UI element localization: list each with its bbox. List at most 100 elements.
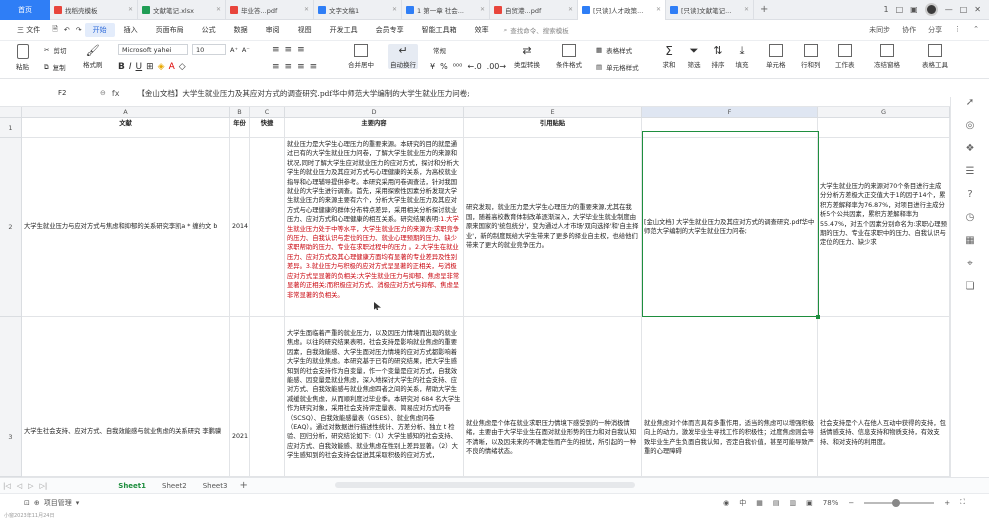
conditional-format-button[interactable]: 条件格式	[556, 44, 582, 69]
command-search[interactable]: ⌕ 查找命令、搜索模板	[504, 25, 569, 36]
cell-e2[interactable]: 研究发现，就业压力是大学生心理压力的重要来源,尤其在我国，随着高校教育体制改革逐…	[464, 138, 642, 317]
sum-button[interactable]: Σ 求和	[662, 44, 676, 69]
close-tab-icon[interactable]: ✕	[304, 6, 309, 13]
fill-handle[interactable]	[816, 315, 820, 319]
normal-view-icon[interactable]: ▦	[756, 499, 763, 507]
collapse-ribbon-icon[interactable]: ⌃	[973, 25, 979, 35]
new-tab-button[interactable]: +	[754, 4, 774, 15]
number-format-select[interactable]: 常规	[430, 44, 490, 55]
first-sheet-icon[interactable]: |◁	[0, 482, 14, 490]
underline-icon[interactable]: U	[136, 62, 143, 72]
sort-button[interactable]: ⇅ 排序	[711, 44, 725, 69]
border-icon[interactable]: ⊞	[146, 62, 154, 72]
cell-b2[interactable]: 2014	[230, 138, 250, 317]
cell-c2[interactable]	[250, 138, 285, 317]
worksheet-button[interactable]: 工作表	[835, 44, 855, 69]
sheet-tab-3[interactable]: Sheet3	[195, 482, 236, 490]
cell-style-button[interactable]: 单元格样式	[606, 62, 639, 72]
col-header-e[interactable]: E	[464, 107, 642, 118]
cell-c3[interactable]	[250, 317, 285, 477]
zoom-in-icon[interactable]: +	[944, 499, 950, 507]
close-icon[interactable]: ✕	[974, 5, 981, 14]
name-box[interactable]: F2	[0, 89, 100, 97]
close-tab-icon[interactable]: ✕	[128, 6, 133, 13]
font-name-select[interactable]: Microsoft yahei	[118, 44, 188, 55]
col-header-b[interactable]: B	[230, 107, 250, 118]
menu-tab-5[interactable]: 审阅	[257, 25, 289, 35]
close-tab-icon[interactable]: ✕	[568, 6, 573, 13]
header-cell-f[interactable]	[642, 118, 818, 138]
help-icon[interactable]: ?	[964, 189, 976, 201]
align-bottom-icon[interactable]: ≡	[297, 45, 305, 55]
col-header-c[interactable]: C	[250, 107, 285, 118]
properties-icon[interactable]: ☰	[964, 166, 976, 178]
freeze-panes-button[interactable]: 冻结窗格	[874, 44, 900, 69]
type-convert-button[interactable]: ⇄ 类型转换	[514, 44, 540, 69]
sheet-tab-1[interactable]: Sheet1	[110, 482, 154, 490]
header-cell-a[interactable]: 文献	[22, 118, 230, 138]
close-tab-icon[interactable]: ✕	[480, 6, 485, 13]
col-header-a[interactable]: A	[22, 107, 230, 118]
doc-tab-6[interactable]: [只读]人才政策... ✕	[578, 0, 666, 20]
paste-button[interactable]: 粘贴	[16, 44, 29, 71]
eye-icon[interactable]: ◉	[723, 499, 729, 507]
align-right-icon[interactable]: ≡	[297, 62, 305, 72]
header-cell-g[interactable]	[818, 118, 950, 138]
fullscreen-icon[interactable]: ⛶	[960, 498, 965, 507]
cell-g3[interactable]: 社会支持是个人在他人互动中获得的支持，包括情感支持、信息支持和物质支持，有效支持…	[818, 317, 950, 477]
table-style-button[interactable]: 表格样式	[606, 45, 632, 55]
copy-icon[interactable]: ⧉	[44, 63, 49, 72]
zoom-level[interactable]: 78%	[823, 499, 839, 507]
doc-tab-1[interactable]: 文献笔记.xlsx ✕	[138, 0, 226, 20]
home-tab[interactable]: 首页	[0, 0, 50, 20]
close-tab-icon[interactable]: ✕	[656, 6, 661, 13]
col-header-g[interactable]: G	[818, 107, 950, 118]
layers-icon[interactable]: ❖	[964, 143, 976, 155]
rows-columns-button[interactable]: 行和列	[801, 44, 821, 69]
book-icon[interactable]: ❏	[964, 281, 976, 293]
location-icon[interactable]: ⌖	[964, 258, 976, 270]
minimize-icon[interactable]: —	[945, 5, 953, 14]
project-management-button[interactable]: 项目管理	[44, 498, 72, 508]
sync-status[interactable]: 未同步	[869, 25, 890, 35]
align-center-icon[interactable]: ≡	[285, 62, 293, 72]
formula-input[interactable]: 【金山文档】大学生就业压力及其应对方式的调查研究.pdf华中师范大学编制的大学生…	[137, 88, 469, 99]
save-icon[interactable]: 🗎	[49, 25, 61, 36]
menu-tab-2[interactable]: 页面布局	[147, 25, 193, 35]
next-sheet-icon[interactable]: ▷	[25, 482, 36, 490]
fill-button[interactable]: ⤓ 填充	[735, 44, 749, 69]
prev-sheet-icon[interactable]: ◁	[14, 482, 25, 490]
last-sheet-icon[interactable]: ▷|	[37, 482, 51, 490]
cell-g2[interactable]: 大学生就业压力的来源对70个条目进行主成分分析方差极大正交值大于1的因子14个，…	[818, 138, 950, 317]
thousands-icon[interactable]: ⁰⁰⁰	[453, 62, 463, 71]
table-tools-button[interactable]: 表格工具	[922, 44, 948, 69]
row-header-1[interactable]: 1	[0, 118, 22, 138]
align-left-icon[interactable]: ≡	[272, 62, 280, 72]
cell-d3[interactable]: 大学生面临着严重的就业压力，以及因压力情境而出现的就业焦虑。以往的研究结果表明，…	[285, 317, 464, 477]
doc-tab-2[interactable]: 毕业答...pdf ✕	[226, 0, 314, 20]
doc-tab-7[interactable]: [只读]文献笔记... ✕	[666, 0, 754, 20]
page-layout-icon[interactable]: ▤	[773, 499, 780, 507]
doc-tab-3[interactable]: 文字文稿1 ✕	[314, 0, 402, 20]
spreadsheet-grid[interactable]: A B C D E F G 1 文献 年份 快捷 主要内容 引用贴贴 2 大学生…	[0, 107, 950, 477]
menu-tab-4[interactable]: 数据	[225, 25, 257, 35]
fill-color-icon[interactable]: ◈	[158, 62, 165, 72]
doc-tab-5[interactable]: 自贸港...pdf ✕	[490, 0, 578, 20]
row-header-2[interactable]: 2	[0, 138, 22, 317]
menu-tab-10[interactable]: 效率	[466, 25, 498, 35]
close-tab-icon[interactable]: ✕	[216, 6, 221, 13]
page-break-icon[interactable]: ▥	[790, 499, 797, 507]
avatar[interactable]	[924, 3, 938, 16]
zoom-slider[interactable]	[864, 498, 935, 507]
input-language[interactable]: 中	[739, 498, 746, 508]
maximize-icon[interactable]: □	[960, 5, 968, 14]
header-cell-b[interactable]: 年份	[230, 118, 250, 138]
tab-count-icon[interactable]: 1	[884, 5, 889, 14]
align-top-icon[interactable]: ≡	[272, 45, 280, 55]
header-cell-c[interactable]: 快捷	[250, 118, 285, 138]
increase-decimal-icon[interactable]: ←.0	[467, 62, 481, 71]
share-button[interactable]: 分享	[928, 25, 942, 35]
fx-icon[interactable]: fx	[106, 89, 126, 98]
doc-tab-4[interactable]: 1 第一章 社会... ✕	[402, 0, 490, 20]
more-icon[interactable]: ⋮	[954, 25, 961, 35]
